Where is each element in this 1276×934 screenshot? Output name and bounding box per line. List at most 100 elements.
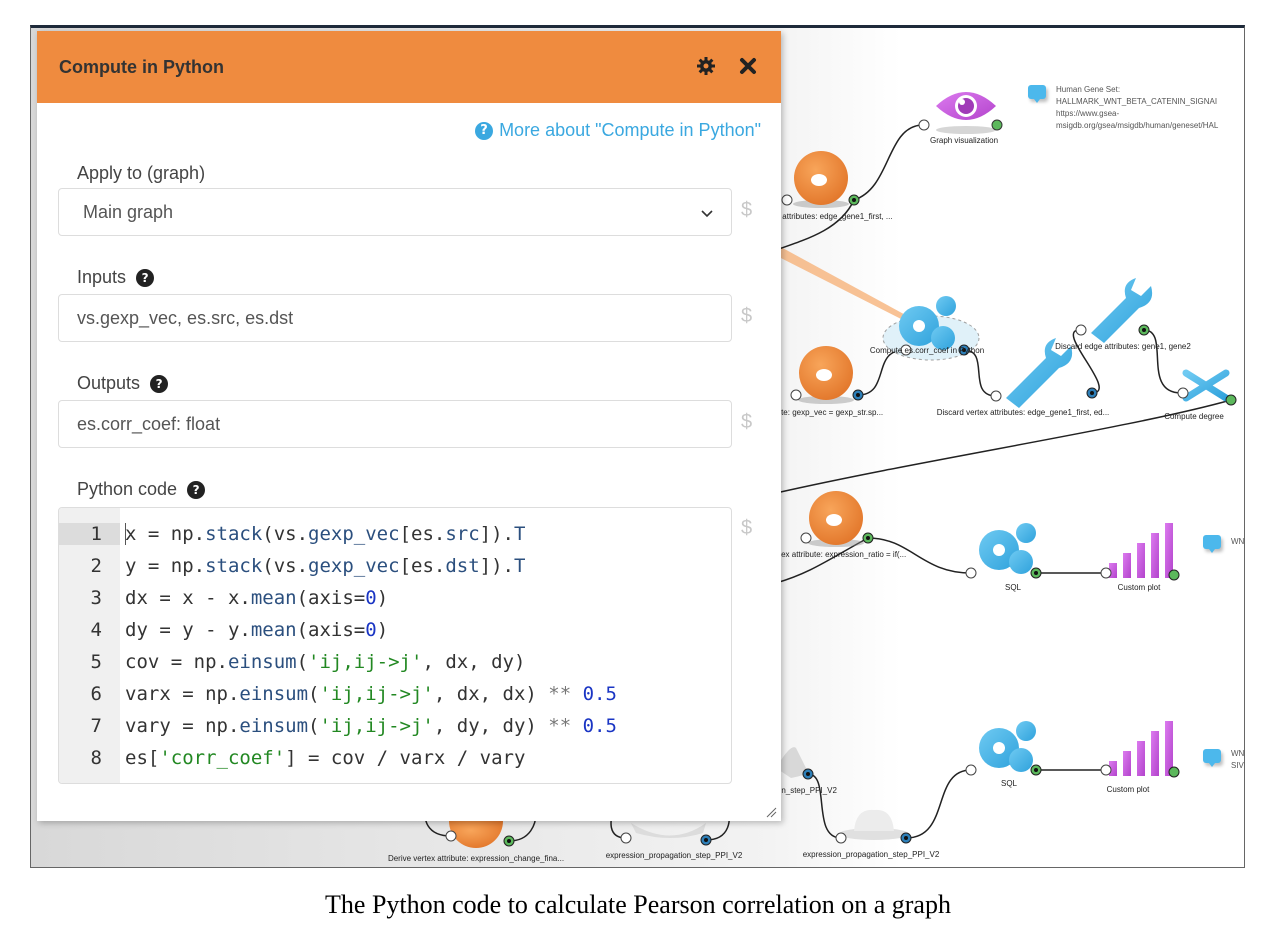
node-sql-1 xyxy=(965,523,1042,579)
wire xyxy=(1143,329,1182,394)
python-code-label-text: Python code xyxy=(77,479,178,499)
node-label: SQL xyxy=(1000,779,1018,788)
dialog-header[interactable]: Compute in Python xyxy=(37,31,781,103)
wire xyxy=(905,769,972,839)
parameter-dollar-toggle[interactable]: $ xyxy=(741,305,752,328)
node-custom-plot-2 xyxy=(1100,721,1180,778)
dialog-title: Compute in Python xyxy=(59,56,224,77)
code-line[interactable]: 1x = np.stack(vs.gexp_vec[es.src]).T xyxy=(59,518,731,550)
resize-handle[interactable] xyxy=(765,805,777,818)
node-label: Discard edge attributes: gene1, gene2 xyxy=(1055,342,1191,351)
node-derive-ratio xyxy=(800,491,874,547)
code-text: es['corr_coef'] = cov / varx / vary xyxy=(125,747,526,769)
node-discard-edge xyxy=(1075,278,1153,343)
wire xyxy=(1072,329,1100,394)
node-label: expression_propagation_step_PPI_V2 xyxy=(802,850,940,859)
screenshot-frame: Graph visualization tex attributes: edge… xyxy=(30,25,1245,868)
code-text: vary = np.einsum('ij,ij->j', dy, dy) ** … xyxy=(125,715,617,737)
line-number: 1 xyxy=(59,523,120,545)
code-line[interactable]: 7 vary = np.einsum('ij,ij->j', dy, dy) **… xyxy=(59,710,731,742)
code-line[interactable]: 5 cov = np.einsum('ij,ij->j', dx, dy) xyxy=(59,646,731,678)
node-label: ion_step_PPI_V2 xyxy=(775,786,837,795)
comment-line: HALLMARK_WNT_BETA_CATENIN_SIGNAI xyxy=(1056,97,1218,106)
line-number: 5 xyxy=(90,651,102,673)
wire xyxy=(857,349,907,396)
comment-line: https://www.gsea- xyxy=(1056,109,1120,118)
wire xyxy=(853,124,922,201)
comment-wn-siv: WN SIV xyxy=(1231,748,1244,772)
apply-to-value: Main graph xyxy=(83,201,174,222)
close-icon[interactable] xyxy=(737,55,759,77)
line-number: 4 xyxy=(90,619,102,641)
outputs-label: Outputs ? xyxy=(77,373,169,394)
code-line[interactable]: 6 varx = np.einsum('ij,ij->j', dx, dx) **… xyxy=(59,678,731,710)
node-label: SQL xyxy=(1004,583,1022,592)
more-about-link[interactable]: ? More about "Compute in Python" xyxy=(475,120,761,141)
node-propagation-1 xyxy=(776,747,814,780)
code-line[interactable]: 3 dx = x - x.mean(axis=0) xyxy=(59,582,731,614)
node-custom-plot-1 xyxy=(1100,523,1180,581)
comment-icon[interactable] xyxy=(1203,535,1221,553)
wire xyxy=(963,349,997,397)
node-label: tex attributes: edge_gene1_first, ... xyxy=(769,212,893,221)
comment-icon[interactable] xyxy=(1203,749,1221,767)
node-label: expression_propagation_step_PPI_V2 xyxy=(605,851,743,860)
help-icon[interactable]: ? xyxy=(136,268,155,287)
apply-to-label: Apply to (graph) xyxy=(77,163,205,184)
node-label: Discard vertex attributes: edge_gene1_fi… xyxy=(936,408,1110,417)
code-text: varx = np.einsum('ij,ij->j', dx, dx) ** … xyxy=(125,683,617,705)
parameter-dollar-toggle[interactable]: $ xyxy=(741,411,752,434)
figure-caption: The Python code to calculate Pearson cor… xyxy=(325,890,951,919)
code-text: cov = np.einsum('ij,ij->j', dx, dy) xyxy=(125,651,526,673)
help-icon[interactable]: ? xyxy=(150,374,169,393)
node-sql-2 xyxy=(965,721,1042,776)
node-label: Custom plot xyxy=(1106,785,1150,794)
comment-line: SIV xyxy=(1231,761,1244,770)
code-line[interactable]: 4 dy = y - y.mean(axis=0) xyxy=(59,614,731,646)
comment-gene-set: Human Gene Set: HALLMARK_WNT_BETA_CATENI… xyxy=(1056,84,1218,132)
node-derive-edge-attrs xyxy=(781,151,860,208)
node-label: Compute es.corr_coef in Python xyxy=(869,346,985,355)
node-compute-degree xyxy=(1177,359,1237,412)
help-icon[interactable]: ? xyxy=(187,480,206,499)
python-code-label: Python code ? xyxy=(77,479,206,500)
more-about-text: More about "Compute in Python" xyxy=(499,120,761,140)
comment-line: WN xyxy=(1231,537,1245,546)
outputs-value: es.corr_coef: float xyxy=(77,413,221,434)
outputs-label-text: Outputs xyxy=(77,373,141,393)
gear-icon[interactable] xyxy=(695,55,717,77)
parameter-dollar-toggle[interactable]: $ xyxy=(741,517,752,540)
inputs-label-text: Inputs xyxy=(77,267,127,287)
node-graph-visualization xyxy=(918,92,1003,134)
outputs-field[interactable]: es.corr_coef: float xyxy=(58,400,732,448)
comment-icon[interactable] xyxy=(1028,85,1046,103)
inputs-value: vs.gexp_vec, es.src, es.dst xyxy=(77,307,294,328)
compute-in-python-dialog: Compute in Python ? More about "Compute … xyxy=(37,31,781,821)
node-label: Compute degree xyxy=(1164,412,1224,421)
code-text: dy = y - y.mean(axis=0) xyxy=(125,619,389,641)
chevron-down-icon xyxy=(701,202,713,223)
code-line[interactable]: 8 es['corr_coef'] = cov / varx / vary xyxy=(59,742,731,774)
selection-beam xyxy=(771,246,911,322)
code-line[interactable]: 2 y = np.stack(vs.gexp_vec[es.dst]).T xyxy=(59,550,731,582)
line-number: 2 xyxy=(90,555,102,577)
comment-line: msigdb.org/gsea/msigdb/human/geneset/HAL xyxy=(1056,121,1219,130)
line-number: 7 xyxy=(90,715,102,737)
inputs-label: Inputs ? xyxy=(77,267,155,288)
help-icon: ? xyxy=(475,121,494,140)
inputs-field[interactable]: vs.gexp_vec, es.src, es.dst xyxy=(58,294,732,342)
comment-line: WN xyxy=(1231,749,1245,758)
comment-line: Human Gene Set: xyxy=(1056,85,1121,94)
comment-wn: WN xyxy=(1231,536,1244,548)
parameter-dollar-toggle[interactable]: $ xyxy=(741,199,752,222)
apply-to-select[interactable]: Main graph xyxy=(58,188,732,236)
node-label: Graph visualization xyxy=(929,136,999,145)
node-derive-gexp xyxy=(790,346,864,404)
python-code-editor[interactable]: 1x = np.stack(vs.gexp_vec[es.src]).T 2 y =… xyxy=(58,507,732,784)
line-number: 8 xyxy=(90,747,102,769)
text-cursor xyxy=(125,523,126,546)
apply-to-label-text: Apply to (graph) xyxy=(77,163,206,183)
node-propagation-3 xyxy=(620,823,712,846)
node-label: Derive vertex attribute: expression_chan… xyxy=(387,854,565,863)
node-propagation-2 xyxy=(835,809,912,844)
